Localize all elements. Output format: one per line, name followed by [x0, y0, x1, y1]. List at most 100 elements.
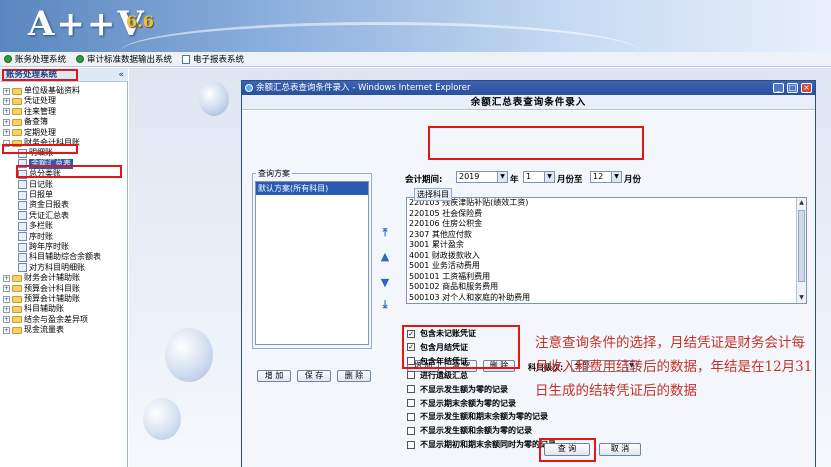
year-select[interactable]: 2019 ▼: [456, 171, 508, 183]
tree-item[interactable]: + 财务会计辅助账: [3, 273, 80, 283]
scheme-add-button[interactable]: 增 加: [257, 370, 291, 382]
tree-item[interactable]: + 定期处理: [3, 128, 56, 138]
scheme-item[interactable]: 默认方案(所有科目): [256, 182, 368, 195]
move-up-icon[interactable]: ▲: [379, 251, 391, 263]
to-month-select[interactable]: 12 ▼: [590, 171, 622, 183]
tree-item[interactable]: 科目辅助综合余额表: [18, 252, 101, 262]
option-label: 不显示发生额为零的记录: [420, 384, 508, 394]
subject-row[interactable]: 4001 财政拨款收入: [407, 251, 806, 262]
annotation-note: 注意查询条件的选择，月结凭证是财务会计每月收入和费用结转后的数据，年结是在12月…: [535, 335, 813, 399]
expand-toggle-icon[interactable]: +: [3, 108, 10, 116]
tree-item[interactable]: + 预算会计科目账: [3, 284, 80, 294]
subject-row[interactable]: 500101 工资福利费用: [407, 272, 806, 283]
dialog-body: 查询方案 默认方案(所有科目) 增 加 保 存 删 除 ⤒ ▲ ▼ ⤓ 会计期间…: [242, 111, 815, 467]
subject-row[interactable]: 220103 残疾津贴补贴(绩效工资): [407, 198, 806, 209]
scheme-save-button[interactable]: 保 存: [297, 370, 331, 382]
expand-toggle-icon[interactable]: +: [3, 295, 10, 303]
module-report[interactable]: 电子报表系统: [182, 53, 244, 65]
close-button[interactable]: ×: [801, 83, 812, 93]
option-checkbox-row[interactable]: 不显示发生额和期末余额为零的记录: [407, 411, 548, 422]
minimize-button[interactable]: _: [773, 83, 784, 93]
option-checkbox-row[interactable]: 进行遗级汇总: [407, 370, 468, 381]
move-down-icon[interactable]: ▼: [379, 277, 391, 289]
subject-row[interactable]: 220106 住房公积金: [407, 219, 806, 230]
option-checkbox-row[interactable]: 不显示期初和期末余额同时为零的记录: [407, 439, 556, 450]
cancel-button[interactable]: 取 消: [599, 443, 641, 456]
scroll-up-icon[interactable]: ▲: [797, 198, 806, 208]
to-label: 月份至: [557, 175, 583, 185]
highlight-box: [16, 165, 122, 178]
tree-item[interactable]: 资金日报表: [18, 200, 69, 210]
maximize-button[interactable]: □: [787, 83, 798, 93]
scroll-thumb[interactable]: [798, 210, 805, 282]
option-checkbox-row[interactable]: 不显示发生额为零的记录: [407, 384, 508, 395]
module-label: 审计标准数据输出系统: [87, 55, 173, 65]
folder-icon: [12, 316, 22, 324]
tree-item[interactable]: 日报单: [18, 190, 53, 200]
tree-item[interactable]: 日记账: [18, 180, 53, 190]
tree-item[interactable]: + 凭证处理: [3, 96, 56, 106]
tree-item-label: 财务会计辅助账: [24, 273, 80, 283]
move-top-icon[interactable]: ⤒: [379, 227, 391, 239]
option-checkbox-row[interactable]: 不显示期末余额为零的记录: [407, 398, 516, 409]
expand-toggle-icon[interactable]: +: [3, 316, 10, 324]
expand-toggle-icon[interactable]: +: [3, 129, 10, 137]
tree-item[interactable]: + 单位级基础资料: [3, 86, 80, 96]
scheme-delete-button[interactable]: 删 除: [337, 370, 371, 382]
tree-item[interactable]: 凭证汇总表: [18, 211, 69, 221]
expand-toggle-icon[interactable]: +: [3, 274, 10, 282]
module-audit-output[interactable]: 审计标准数据输出系统: [76, 53, 172, 65]
tree-item[interactable]: 对方科目明细账: [18, 263, 85, 273]
tree-item-label: 科目辅助综合余额表: [29, 252, 101, 262]
expand-toggle-icon[interactable]: +: [3, 118, 10, 126]
window-title: 余额汇总表查询条件录入 - Windows Internet Explorer: [256, 83, 471, 93]
tree-item[interactable]: + 现金流量表: [3, 325, 64, 335]
checkbox-icon[interactable]: [407, 371, 415, 380]
subject-row[interactable]: 2307 其他应付款: [407, 230, 806, 241]
highlight-box: [428, 126, 644, 160]
expand-toggle-icon[interactable]: +: [3, 87, 10, 95]
move-bottom-icon[interactable]: ⤓: [379, 299, 391, 311]
checkbox-icon[interactable]: [407, 440, 415, 449]
window-titlebar[interactable]: 余额汇总表查询条件录入 - Windows Internet Explorer …: [242, 81, 815, 95]
banner-swoosh: [120, 22, 640, 52]
tree-item[interactable]: 序时账: [18, 232, 53, 242]
subject-list[interactable]: 220103 残疾津贴补贴(绩效工资) 220105 社会保险费 220106 住房…: [406, 197, 807, 304]
tree-item[interactable]: + 科目辅助账: [3, 304, 64, 314]
module-accounting[interactable]: 账务处理系统: [4, 53, 66, 65]
year-unit: 年: [510, 175, 519, 185]
tree-item[interactable]: + 备查簿: [3, 117, 48, 127]
scheme-list[interactable]: 默认方案(所有科目): [255, 181, 369, 345]
subject-row[interactable]: 500103 对个人和家庭的补助费用: [407, 293, 806, 304]
scroll-down-icon[interactable]: ▼: [797, 293, 806, 303]
tree-item[interactable]: + 预算会计辅助账: [3, 294, 80, 304]
option-label: 进行遗级汇总: [420, 370, 468, 380]
subject-row[interactable]: 500102 商品和服务费用: [407, 282, 806, 293]
collapse-icon[interactable]: «: [118, 70, 124, 80]
module-toolbar: 账务处理系统 审计标准数据输出系统 电子报表系统: [0, 52, 831, 67]
tree-item-label: 资金日报表: [29, 200, 69, 210]
green-dot-icon: [4, 55, 12, 63]
tree-item[interactable]: + 往来管理: [3, 107, 56, 117]
checkbox-icon[interactable]: [407, 426, 415, 435]
expand-toggle-icon[interactable]: +: [3, 285, 10, 293]
subject-scrollbar[interactable]: ▲ ▼: [796, 198, 806, 303]
expand-toggle-icon[interactable]: +: [3, 97, 10, 105]
to-month-value: 12: [593, 172, 604, 181]
subject-row[interactable]: 5001 业务活动费用: [407, 261, 806, 272]
tree-item[interactable]: 多栏账: [18, 221, 53, 231]
from-month-select[interactable]: 1 ▼: [523, 171, 555, 183]
report-icon: [18, 200, 27, 210]
tree-item[interactable]: + 结余与盈余差异项: [3, 315, 88, 325]
nav-tree-title[interactable]: 账务处理系统: [2, 69, 78, 81]
subject-row[interactable]: 220105 社会保险费: [407, 209, 806, 220]
subject-row[interactable]: 3001 累计盈余: [407, 240, 806, 251]
checkbox-icon[interactable]: [407, 385, 415, 394]
checkbox-icon[interactable]: [407, 412, 415, 421]
expand-toggle-icon[interactable]: +: [3, 326, 10, 334]
checkbox-icon[interactable]: [407, 399, 415, 407]
option-checkbox-row[interactable]: 不显示发生额和余额为零的记录: [407, 425, 532, 436]
expand-toggle-icon[interactable]: +: [3, 305, 10, 313]
tree-item[interactable]: 跨年序时账: [18, 242, 69, 252]
folder-icon: [12, 305, 22, 313]
